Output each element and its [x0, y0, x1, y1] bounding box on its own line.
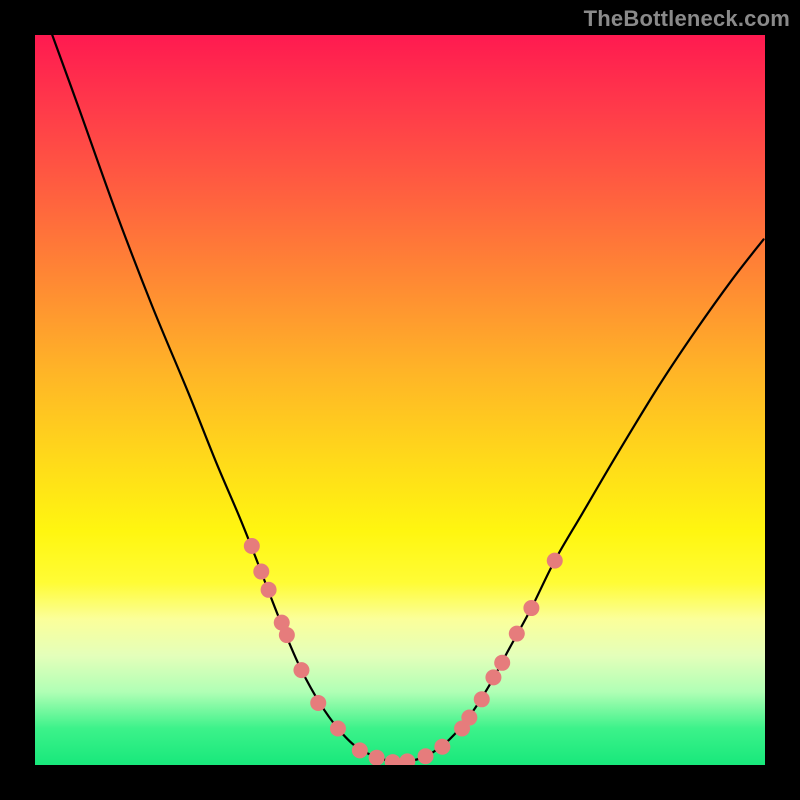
data-marker	[369, 750, 385, 765]
data-marker	[418, 748, 434, 764]
data-marker	[474, 691, 490, 707]
data-marker	[494, 655, 510, 671]
data-marker	[244, 538, 260, 554]
data-marker	[547, 553, 563, 569]
data-marker	[253, 564, 269, 580]
data-marker	[352, 742, 368, 758]
plot-area	[35, 35, 765, 765]
data-marker	[434, 739, 450, 755]
data-marker	[523, 600, 539, 616]
data-marker	[461, 710, 477, 726]
watermark-text: TheBottleneck.com	[584, 6, 790, 32]
data-marker	[485, 669, 501, 685]
data-marker	[385, 754, 401, 765]
bottleneck-curve	[50, 35, 764, 762]
data-marker	[261, 582, 277, 598]
data-markers	[244, 538, 563, 765]
chart-container: TheBottleneck.com	[0, 0, 800, 800]
curve-svg	[35, 35, 765, 765]
data-marker	[330, 721, 346, 737]
data-marker	[509, 626, 525, 642]
data-marker	[279, 627, 295, 643]
data-marker	[293, 662, 309, 678]
data-marker	[310, 695, 326, 711]
data-marker	[399, 753, 415, 765]
